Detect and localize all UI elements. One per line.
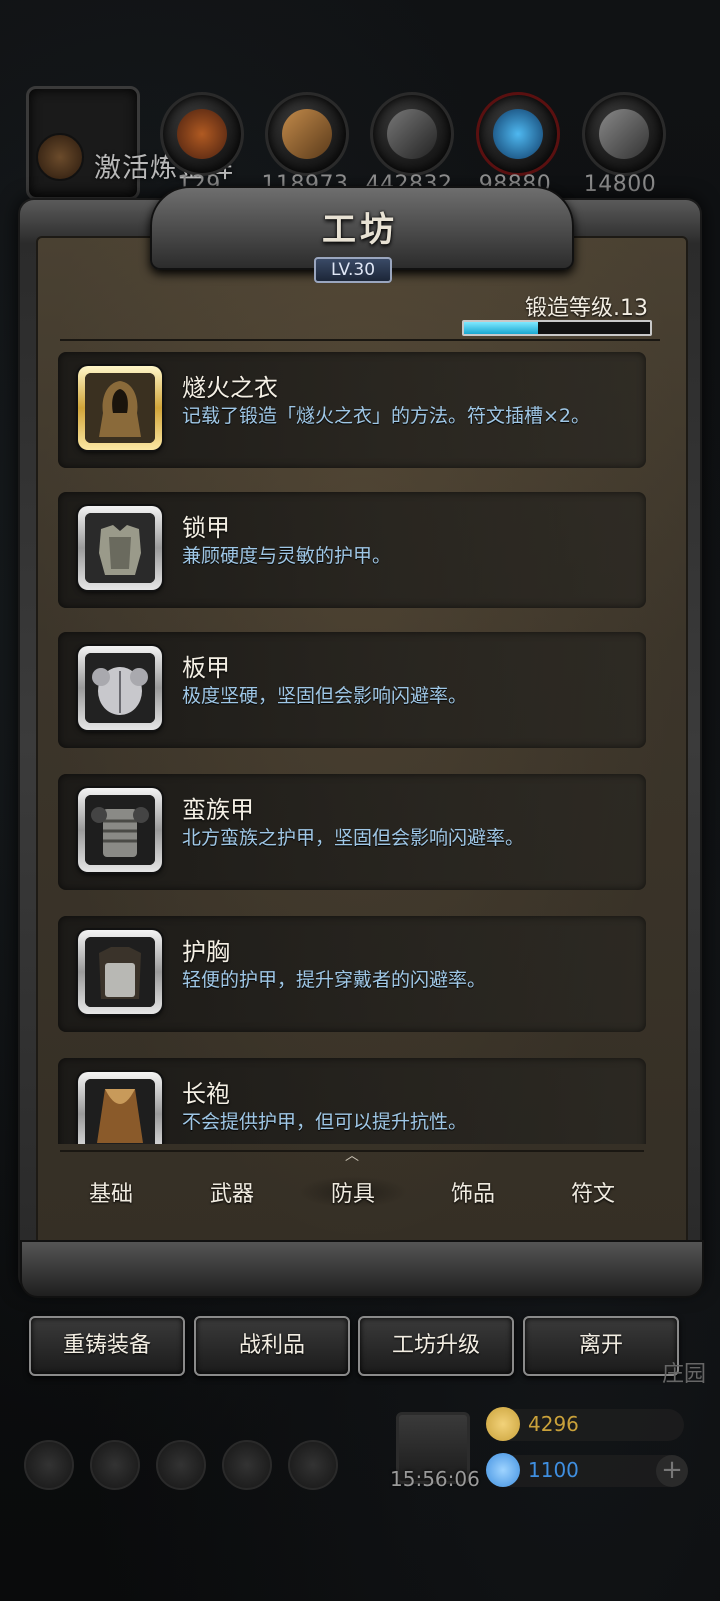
list-item[interactable]: 燧火之衣 记载了锻造「燧火之衣」的方法。符文插槽×2。 xyxy=(58,352,646,468)
alchemy-icon xyxy=(36,133,84,181)
ore-icon[interactable] xyxy=(160,92,244,176)
recast-equipment-button[interactable]: 重铸装备 xyxy=(29,1316,185,1376)
star-icon[interactable] xyxy=(90,1440,140,1490)
list-item[interactable]: 长袍 不会提供护甲，但可以提升抗性。 xyxy=(58,1058,646,1144)
map-icon[interactable] xyxy=(288,1440,338,1490)
list-item[interactable]: 板甲 极度坚硬，坚固但会影响闪避率。 xyxy=(58,632,646,748)
item-name: 蛮族甲 xyxy=(182,796,254,824)
item-description: 极度坚硬，坚固但会影响闪避率。 xyxy=(182,685,468,707)
item-icon-frame xyxy=(78,788,162,872)
barbarian-armor-icon xyxy=(85,795,155,865)
item-icon-frame xyxy=(78,1072,162,1144)
item-icon-frame xyxy=(78,506,162,590)
forge-progress-bar xyxy=(462,320,652,336)
item-description: 北方蛮族之护甲，坚固但会影响闪避率。 xyxy=(182,827,525,849)
clock-text: 15:56:06 xyxy=(390,1467,480,1491)
breastplate-icon xyxy=(85,937,155,1007)
item-name: 板甲 xyxy=(182,654,230,682)
gem-icon xyxy=(486,1453,520,1487)
forge-level-label: 锻造等级.13 xyxy=(525,296,648,321)
chainmail-icon xyxy=(85,513,155,583)
item-description: 不会提供护甲，但可以提升抗性。 xyxy=(182,1111,468,1133)
leave-button[interactable]: 离开 xyxy=(523,1316,679,1376)
workshop-upgrade-button[interactable]: 工坊升级 xyxy=(358,1316,514,1376)
item-icon-frame xyxy=(78,930,162,1014)
add-currency-button[interactable]: + xyxy=(656,1455,688,1487)
panel-title: 工坊 xyxy=(322,210,398,250)
divider xyxy=(60,339,660,341)
tab-armor[interactable]: 防具 xyxy=(298,1176,408,1208)
crystal-icon[interactable] xyxy=(476,92,560,176)
item-description: 兼顾硬度与灵敏的护甲。 xyxy=(182,545,392,567)
item-description: 记载了锻造「燧火之衣」的方法。符文插槽×2。 xyxy=(182,405,591,427)
item-icon-frame xyxy=(78,366,162,450)
workshop-level-badge: LV.30 xyxy=(314,257,392,283)
list-item[interactable]: 锁甲 兼顾硬度与灵敏的护甲。 xyxy=(58,492,646,608)
item-description: 轻便的护甲，提升穿戴者的闪避率。 xyxy=(182,969,487,991)
mail-icon[interactable] xyxy=(222,1440,272,1490)
item-name: 护胸 xyxy=(182,938,230,966)
panel-footer-ornament xyxy=(20,1240,704,1298)
tab-accessories[interactable]: 饰品 xyxy=(418,1176,528,1208)
hooded-cloak-icon xyxy=(85,373,155,443)
settings-icon[interactable] xyxy=(24,1440,74,1490)
list-item[interactable]: 护胸 轻便的护甲，提升穿戴者的闪避率。 xyxy=(58,916,646,1032)
robe-icon xyxy=(85,1079,155,1144)
item-name: 长袍 xyxy=(182,1080,230,1108)
tab-indicator-icon: ︿ xyxy=(345,1148,359,1164)
manor-label[interactable]: 庄园 xyxy=(662,1356,706,1388)
iron-icon[interactable] xyxy=(370,92,454,176)
tab-weapons[interactable]: 武器 xyxy=(177,1176,287,1208)
resource-value-steel: 14800 xyxy=(583,172,657,197)
plate-armor-icon xyxy=(85,653,155,723)
scroll-icon[interactable] xyxy=(156,1440,206,1490)
wood-icon[interactable] xyxy=(265,92,349,176)
item-icon-frame xyxy=(78,646,162,730)
steel-icon[interactable] xyxy=(582,92,666,176)
item-name: 燧火之衣 xyxy=(182,374,278,402)
item-name: 锁甲 xyxy=(182,514,230,542)
tab-runes[interactable]: 符文 xyxy=(538,1176,648,1208)
gem-amount: 1100 xyxy=(528,1458,579,1482)
gold-amount: 4296 xyxy=(528,1412,579,1436)
gold-coin-icon xyxy=(486,1407,520,1441)
loot-button[interactable]: 战利品 xyxy=(194,1316,350,1376)
tab-basic[interactable]: 基础 xyxy=(56,1176,166,1208)
list-item[interactable]: 蛮族甲 北方蛮族之护甲，坚固但会影响闪避率。 xyxy=(58,774,646,890)
recipe-list[interactable]: 燧火之衣 记载了锻造「燧火之衣」的方法。符文插槽×2。 锁甲 兼顾硬度与灵敏的护… xyxy=(58,352,646,1144)
forge-progress-fill xyxy=(464,322,539,334)
